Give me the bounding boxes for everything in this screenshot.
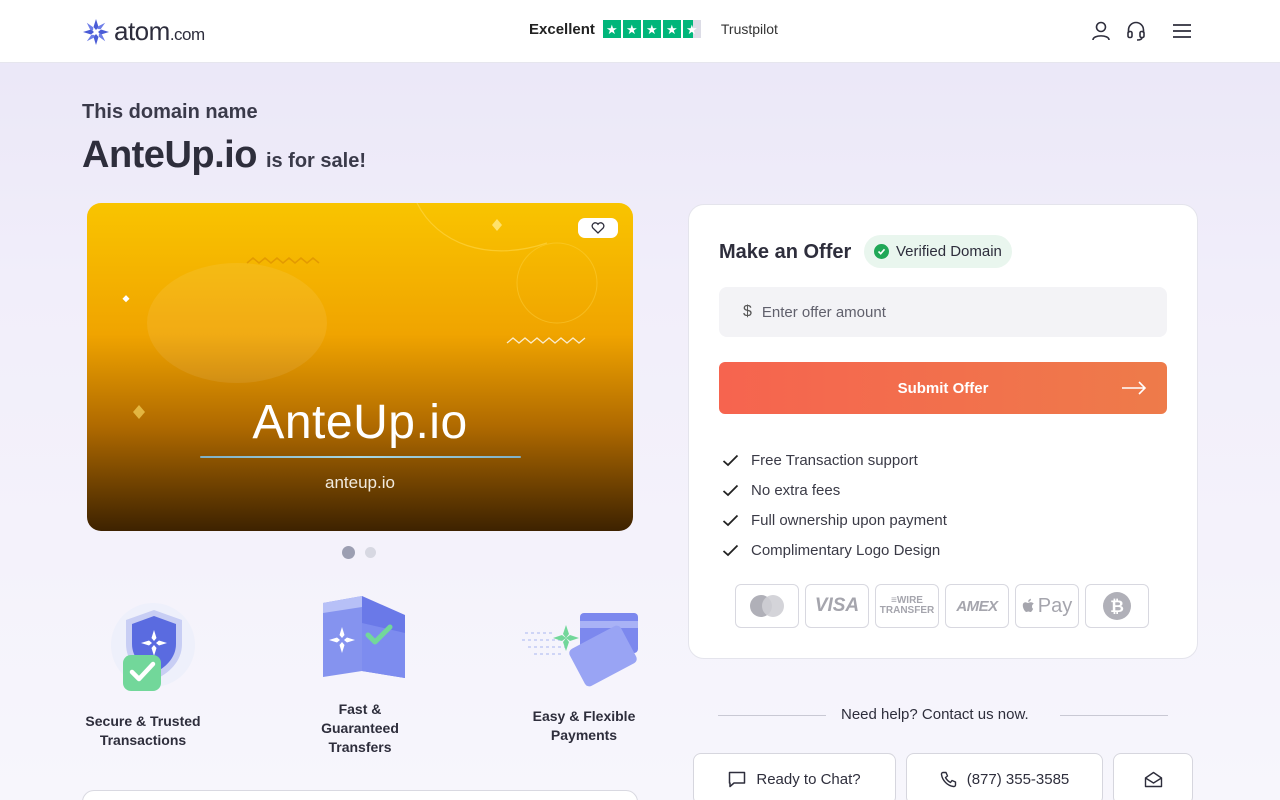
- atom-logo[interactable]: atom.com: [82, 16, 205, 47]
- offer-title: Make an Offer: [719, 241, 852, 263]
- benefit-item: Full ownership upon payment: [722, 505, 947, 535]
- star-icon: ★: [602, 20, 621, 38]
- star-half-icon: ★: [682, 20, 701, 38]
- visa-icon: VISA: [805, 584, 869, 628]
- payment-methods: VISA ≡WIRE TRANSFER AMEX Pay ₿: [735, 584, 1149, 628]
- trust-label: Excellent: [529, 20, 595, 38]
- mastercard-icon: [735, 584, 799, 628]
- shield-icon: [111, 603, 195, 691]
- verified-check-icon: [874, 244, 889, 259]
- offer-amount-input[interactable]: [761, 303, 1122, 321]
- benefit-item: Complimentary Logo Design: [722, 535, 947, 565]
- phone-icon: [940, 771, 956, 787]
- phone-button[interactable]: (877) 355-3585: [906, 753, 1103, 800]
- offer-amount-field[interactable]: $: [719, 287, 1167, 337]
- feature-payments: Easy & Flexible Payments: [520, 605, 648, 745]
- hero-underline: [200, 456, 521, 458]
- currency-symbol: $: [743, 303, 752, 320]
- offer-benefits-list: Free Transaction support No extra fees F…: [722, 445, 947, 565]
- domain-kicker: This domain name: [82, 101, 258, 123]
- site-header: atom.com Excellent ★ ★ ★ ★ ★ Trustpilot: [0, 0, 1280, 63]
- checkmark-icon: [722, 454, 739, 466]
- menu-icon[interactable]: [1171, 20, 1193, 42]
- headset-icon[interactable]: [1125, 20, 1147, 42]
- verified-label: Verified Domain: [896, 243, 1002, 260]
- submit-offer-label: Submit Offer: [897, 379, 989, 397]
- help-text: Need help? Contact us now.: [841, 706, 1029, 723]
- heart-icon: [591, 222, 605, 234]
- chat-icon: [729, 771, 746, 787]
- divider: [718, 715, 826, 716]
- wire-transfer-icon: ≡WIRE TRANSFER: [875, 584, 939, 628]
- benefit-item: No extra fees: [722, 475, 947, 505]
- domain-logo-carousel[interactable]: AnteUp.io anteup.io: [87, 203, 633, 531]
- email-button[interactable]: [1113, 753, 1193, 800]
- hero-domain-subtitle: anteup.io: [325, 473, 395, 492]
- benefit-item: Free Transaction support: [722, 445, 947, 475]
- verified-domain-badge: Verified Domain: [864, 235, 1012, 268]
- trustpilot-name: Trustpilot: [720, 21, 778, 37]
- feature-payments-label: Easy & Flexible Payments: [532, 708, 636, 743]
- feature-secure: Secure & Trusted Transactions: [82, 600, 204, 750]
- phone-number: (877) 355-3585: [966, 770, 1070, 788]
- carousel-dots: [342, 546, 376, 559]
- domain-name: AnteUp.io: [82, 134, 257, 176]
- chat-button[interactable]: Ready to Chat?: [693, 753, 896, 800]
- apple-pay-icon: Pay: [1015, 584, 1079, 628]
- svg-text:₿: ₿: [1110, 597, 1124, 616]
- feature-fast: Fast & Guaranteed Transfers: [300, 593, 420, 757]
- carousel-dot-active[interactable]: [342, 546, 355, 559]
- bitcoin-icon: ₿: [1085, 584, 1149, 628]
- carousel-dot[interactable]: [365, 547, 376, 558]
- logo-wordmark: atom.com: [114, 16, 205, 46]
- favorite-button[interactable]: [578, 218, 618, 238]
- atom-logo-icon: [83, 18, 109, 45]
- star-icon: ★: [642, 20, 661, 38]
- amex-icon: AMEX: [945, 584, 1009, 628]
- star-icon: ★: [622, 20, 641, 38]
- transfer-icon: [323, 596, 405, 678]
- divider: [1060, 715, 1168, 716]
- trustpilot-rating[interactable]: Excellent ★ ★ ★ ★ ★ Trustpilot: [529, 20, 778, 38]
- feature-secure-label: Secure & Trusted Transactions: [85, 713, 201, 748]
- trustpilot-stars: ★ ★ ★ ★ ★: [602, 20, 701, 38]
- star-icon: ★: [662, 20, 681, 38]
- checkmark-icon: [722, 544, 739, 556]
- submit-offer-button[interactable]: Submit Offer: [719, 362, 1167, 414]
- make-offer-card: Make an Offer Verified Domain $ Submit O…: [688, 204, 1198, 659]
- for-sale-text: is for sale!: [265, 150, 366, 172]
- bottom-info-card: [82, 790, 638, 800]
- user-icon[interactable]: [1090, 20, 1112, 42]
- checkmark-icon: [722, 484, 739, 496]
- mail-open-icon: [1144, 771, 1162, 787]
- feature-fast-label: Fast & Guaranteed Transfers: [321, 701, 399, 755]
- chat-label: Ready to Chat?: [756, 770, 861, 788]
- domain-headline: AnteUp.io is for sale!: [82, 134, 366, 177]
- payment-cards-icon: [522, 613, 638, 687]
- checkmark-icon: [722, 514, 739, 526]
- hero-domain-title: AnteUp.io: [252, 396, 468, 449]
- arrow-right-icon: [1122, 381, 1147, 395]
